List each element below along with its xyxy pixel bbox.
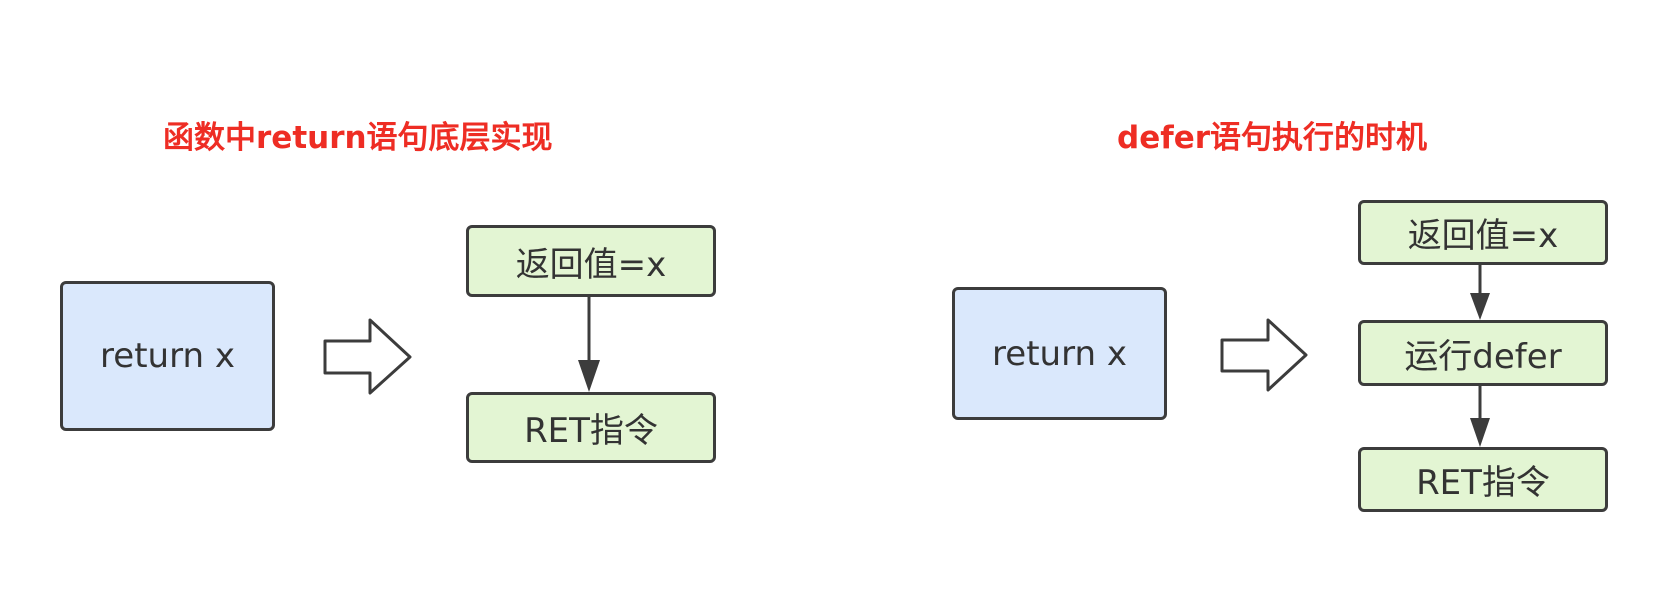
right-flow-arrow-1 xyxy=(1470,265,1490,320)
right-step-ret-instruction: RET指令 xyxy=(1358,447,1608,512)
left-return-box: return x xyxy=(60,281,275,431)
right-return-box: return x xyxy=(952,287,1167,420)
right-transform-arrow xyxy=(1220,318,1308,392)
left-flow-arrow-1 xyxy=(578,297,600,392)
left-step-ret-instruction: RET指令 xyxy=(466,392,716,463)
right-step-return-value: 返回值=x xyxy=(1358,200,1608,265)
right-step-run-defer: 运行defer xyxy=(1358,320,1608,386)
left-transform-arrow xyxy=(323,318,412,395)
right-flow-arrow-2 xyxy=(1470,386,1490,447)
left-step-return-value: 返回值=x xyxy=(466,225,716,297)
